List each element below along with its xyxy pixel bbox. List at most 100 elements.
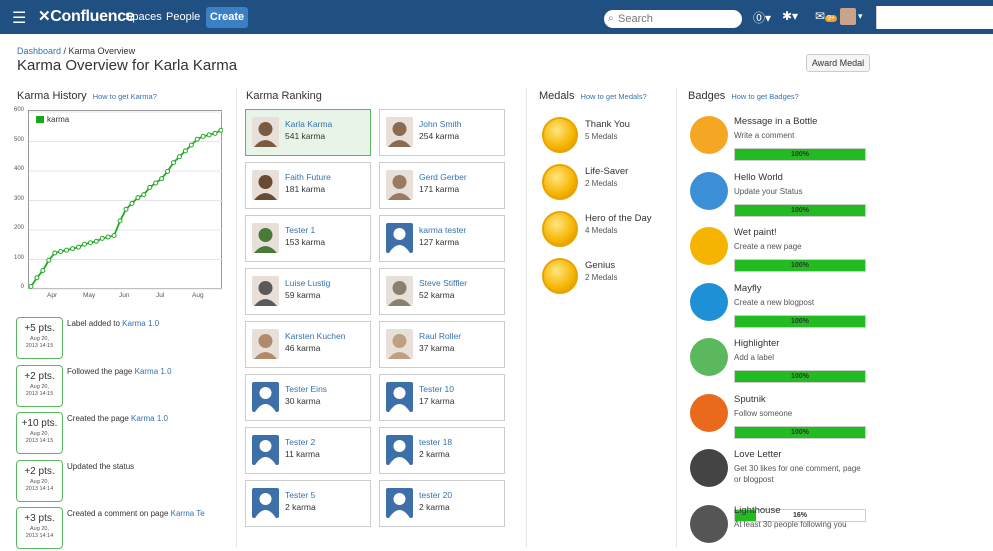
karma-data-point[interactable] — [206, 132, 212, 138]
gear-icon[interactable]: ✱▾ — [782, 9, 798, 23]
karma-data-point[interactable] — [111, 233, 117, 238]
badges-help-link[interactable]: How to get Badges? — [731, 92, 799, 101]
user-name-link[interactable]: Tester 2 — [285, 437, 315, 447]
karma-data-point[interactable] — [182, 148, 188, 154]
user-avatar[interactable] — [252, 435, 279, 465]
user-avatar[interactable] — [252, 276, 279, 306]
user-avatar[interactable] — [386, 382, 413, 412]
ranking-card[interactable]: Raul Roller 37 karma — [379, 321, 505, 368]
karma-data-point[interactable] — [76, 244, 81, 250]
karma-data-point[interactable] — [58, 249, 64, 255]
user-avatar[interactable] — [840, 8, 856, 25]
karma-data-point[interactable] — [52, 250, 58, 256]
ranking-card[interactable]: Tester 5 2 karma — [245, 480, 371, 527]
karma-data-point[interactable] — [34, 275, 40, 281]
entry-page-link[interactable]: Karma 1.0 — [135, 367, 172, 376]
user-avatar[interactable] — [252, 382, 279, 412]
user-name-link[interactable]: John Smith — [419, 119, 462, 129]
karma-data-point[interactable] — [87, 240, 93, 246]
user-name-link[interactable]: Faith Future — [285, 172, 331, 182]
karma-data-point[interactable] — [40, 268, 46, 273]
user-name-link[interactable]: Luise Lustig — [285, 278, 330, 288]
ranking-card[interactable]: tester 18 2 karma — [379, 427, 505, 474]
user-name-link[interactable]: karma tester — [419, 225, 466, 235]
nav-spaces[interactable]: Spaces — [125, 11, 162, 23]
user-avatar[interactable] — [386, 329, 413, 359]
karma-data-point[interactable] — [117, 218, 123, 224]
user-name-link[interactable]: Tester 10 — [419, 384, 454, 394]
karma-data-point[interactable] — [188, 142, 194, 148]
user-menu-chevron-icon[interactable]: ▾ — [858, 11, 863, 22]
karma-data-point[interactable] — [141, 192, 147, 198]
help-icon[interactable]: ⓪▾ — [753, 9, 771, 26]
user-name-link[interactable]: Tester Eins — [285, 384, 327, 394]
user-avatar[interactable] — [252, 170, 279, 200]
karma-data-point[interactable] — [200, 133, 206, 139]
karma-data-point[interactable] — [135, 195, 141, 201]
ranking-card[interactable]: Tester 1 153 karma — [245, 215, 371, 262]
ranking-card[interactable]: Karsten Kuchen 46 karma — [245, 321, 371, 368]
create-button[interactable]: Create — [206, 7, 248, 28]
nav-people[interactable]: People — [166, 11, 200, 23]
user-name-link[interactable]: Gerd Gerber — [419, 172, 467, 182]
karma-data-point[interactable] — [105, 234, 111, 240]
award-medal-button[interactable]: Award Medal — [806, 54, 870, 72]
karma-help-link[interactable]: How to get Karma? — [93, 92, 157, 101]
user-avatar[interactable] — [386, 170, 413, 200]
user-avatar[interactable] — [252, 488, 279, 518]
entry-page-link[interactable]: Karma 1.0 — [122, 319, 159, 328]
user-name-link[interactable]: Steve Stiffler — [419, 278, 467, 288]
user-avatar[interactable] — [386, 117, 413, 147]
karma-data-point[interactable] — [28, 284, 34, 290]
ranking-card[interactable]: Faith Future 181 karma — [245, 162, 371, 209]
ranking-card[interactable]: Tester 10 17 karma — [379, 374, 505, 421]
karma-data-point[interactable] — [70, 246, 76, 252]
ranking-card[interactable]: John Smith 254 karma — [379, 109, 505, 156]
karma-data-point[interactable] — [212, 130, 218, 136]
user-avatar[interactable] — [252, 223, 279, 253]
ranking-card[interactable]: Tester 2 11 karma — [245, 427, 371, 474]
user-avatar[interactable] — [386, 488, 413, 518]
user-avatar[interactable] — [252, 329, 279, 359]
karma-data-point[interactable] — [147, 184, 153, 190]
user-name-link[interactable]: tester 20 — [419, 490, 452, 500]
breadcrumb-dashboard[interactable]: Dashboard — [17, 46, 61, 56]
hamburger-icon[interactable]: ☰ — [12, 8, 26, 28]
user-name-link[interactable]: Karsten Kuchen — [285, 331, 345, 341]
ranking-card[interactable]: karma tester 127 karma — [379, 215, 505, 262]
notifications-icon[interactable]: ✉ 9+ — [815, 9, 838, 23]
ranking-card[interactable]: Steve Stiffler 52 karma — [379, 268, 505, 315]
medals-help-link[interactable]: How to get Medals? — [580, 92, 646, 101]
user-avatar[interactable] — [386, 435, 413, 465]
user-name-link[interactable]: tester 18 — [419, 437, 452, 447]
karma-data-point[interactable] — [153, 180, 159, 186]
karma-data-point[interactable] — [165, 168, 171, 174]
confluence-logo[interactable]: ✕Confluence — [38, 7, 135, 26]
ranking-card[interactable]: Karla Karma 541 karma — [245, 109, 371, 156]
karma-data-point[interactable] — [46, 257, 52, 263]
user-name-link[interactable]: Tester 1 — [285, 225, 315, 235]
user-avatar[interactable] — [386, 276, 413, 306]
ranking-card[interactable]: Luise Lustig 59 karma — [245, 268, 371, 315]
karma-data-point[interactable] — [99, 235, 105, 241]
karma-data-point[interactable] — [171, 160, 176, 166]
karma-data-point[interactable] — [194, 136, 200, 142]
user-name-link[interactable]: Tester 5 — [285, 490, 315, 500]
entry-page-link[interactable]: Karma 1.0 — [131, 414, 168, 423]
user-avatar[interactable] — [386, 223, 413, 253]
karma-data-point[interactable] — [93, 238, 99, 244]
karma-data-point[interactable] — [64, 247, 70, 253]
user-name-link[interactable]: Raul Roller — [419, 331, 461, 341]
ranking-card[interactable]: tester 20 2 karma — [379, 480, 505, 527]
ranking-card[interactable]: Tester Eins 30 karma — [245, 374, 371, 421]
karma-data-point[interactable] — [159, 176, 165, 182]
karma-data-point[interactable] — [218, 127, 224, 133]
search-input[interactable]: ⌕ Search — [604, 10, 742, 28]
karma-data-point[interactable] — [123, 206, 129, 212]
karma-data-point[interactable] — [129, 200, 135, 206]
entry-page-link[interactable]: Karma Te — [171, 509, 205, 518]
karma-data-point[interactable] — [176, 154, 182, 160]
ranking-card[interactable]: Gerd Gerber 171 karma — [379, 162, 505, 209]
user-avatar[interactable] — [252, 117, 279, 147]
user-name-link[interactable]: Karla Karma — [285, 119, 332, 129]
